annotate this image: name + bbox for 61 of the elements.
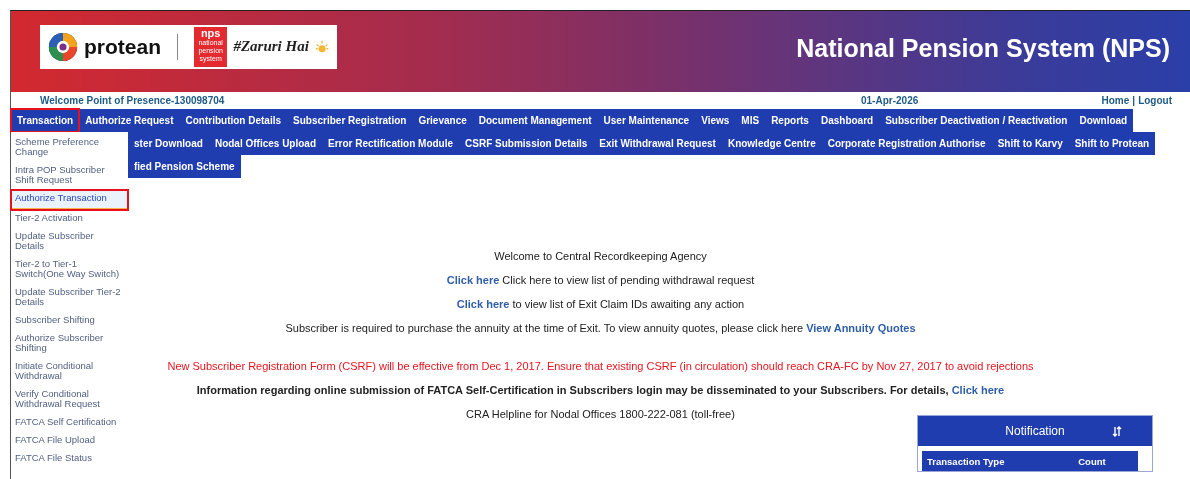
separator: | <box>1132 95 1136 106</box>
header-link[interactable]: Logout <box>1138 95 1172 106</box>
menu-item[interactable]: User Maintenance <box>597 109 696 132</box>
dropdown-item[interactable]: FATCA File Status <box>11 450 128 468</box>
dropdown-item[interactable]: Verify Conditional Withdrawal Request <box>11 386 128 414</box>
dropdown-item[interactable]: Authorize Transaction <box>11 190 128 210</box>
menu-item[interactable]: Corporate Registration Authorise <box>821 132 992 155</box>
dropdown-item[interactable]: Subscriber Shifting <box>11 312 128 330</box>
sort-icon[interactable] <box>1112 426 1122 437</box>
menu-item[interactable]: Shift to Protean <box>1068 132 1156 155</box>
welcome-text: Welcome Point of Presence-130098704 <box>40 95 225 106</box>
info-text: Information regarding online submission of FATCA Self-Certification in Subscribers login may be disseminated to your Subscribers. For details, Click here <box>196 383 1005 398</box>
menu-item[interactable]: CSRF Submission Details <box>459 132 594 155</box>
menu-item[interactable]: Nodal Offices Upload <box>208 132 323 155</box>
info-text: Subscriber is required to purchase the annuity at the time of Exit. To view annuity quotes, please click here View Annuity Quotes <box>285 321 916 336</box>
brand-name: protean <box>84 34 161 59</box>
menu-item[interactable]: Grievance <box>412 109 473 132</box>
menu-item[interactable]: Views <box>695 109 736 132</box>
dropdown-item[interactable]: FATCA File Upload <box>11 432 128 450</box>
menu-item[interactable]: Document Management <box>472 109 598 132</box>
menu-item[interactable]: MIS <box>735 109 766 132</box>
menu-item[interactable]: Exit Withdrawal Request <box>593 132 722 155</box>
dropdown-item[interactable]: FATCA Self Certification <box>11 414 128 432</box>
header-link[interactable]: Home <box>1101 95 1130 106</box>
column-header: Count <box>1073 451 1138 471</box>
menu-item[interactable]: Subscriber Deactivation / Reactivation <box>879 109 1074 132</box>
menu-item[interactable]: Contribution Details <box>179 109 288 132</box>
info-text: Welcome to Central Recordkeeping Agency <box>494 249 707 264</box>
dropdown-item[interactable]: Authorize Subscriber Shifting <box>11 330 128 358</box>
dropdown-item[interactable]: Initiate Conditional Withdrawal <box>11 358 128 386</box>
column-header: Transaction Type <box>922 451 1074 471</box>
date-text: 01-Apr-2026 <box>861 95 919 106</box>
panel-title: Notification <box>1005 424 1065 438</box>
menu-item[interactable]: Subscriber Registration <box>287 109 413 132</box>
menu-item[interactable]: Download <box>1073 109 1134 132</box>
menu-item[interactable]: Knowledge Centre <box>721 132 822 155</box>
menu-item[interactable]: Transaction <box>11 109 80 132</box>
link[interactable]: View Annuity Quotes <box>806 322 916 334</box>
menu-item[interactable]: Reports <box>765 109 815 132</box>
tagline: #Zaruri Hai <box>233 38 309 55</box>
dropdown-item[interactable]: Intra POP Subscriber Shift Request <box>11 162 128 190</box>
notice-text: New Subscriber Registration Form (CSRF) will be effective from Dec 1, 2017. Ensure that existing CSRF (in circulation) should reach CRA-FC by Nov 27, 2017 to avoid rejections <box>167 359 1034 374</box>
sun-icon <box>314 38 329 55</box>
menu-item[interactable]: Error Rectification Module <box>322 132 460 155</box>
menu-item[interactable]: Dashboard <box>814 109 880 132</box>
link[interactable]: Click here <box>446 274 500 286</box>
link[interactable]: Click here <box>951 384 1005 396</box>
dropdown-item[interactable]: Tier-2 Activation <box>11 210 128 228</box>
dropdown-item[interactable]: Update Subscriber Tier-2 Details <box>11 284 128 312</box>
info-text: CRA Helpline for Nodal Offices 1800-222-081 (toll-free) <box>466 407 735 422</box>
dropdown-item[interactable]: Tier-2 to Tier-1 Switch(One Way Switch) <box>11 256 128 284</box>
menu-item[interactable]: ster Download <box>128 132 209 155</box>
menu-item[interactable]: Shift to Karvy <box>991 132 1069 155</box>
menu-item[interactable]: Authorize Request <box>79 109 180 132</box>
link[interactable]: Click here <box>456 298 510 310</box>
site-title: National Pension System (NPS) <box>796 34 1170 63</box>
dropdown-item[interactable]: Scheme Preference Change <box>11 134 128 162</box>
info-text: Click here to view list of Exit Claim IDs awaiting any action <box>456 297 745 312</box>
menu-item[interactable]: fied Pension Scheme <box>128 155 241 178</box>
dropdown-item[interactable]: Update Subscriber Details <box>11 228 128 256</box>
info-text: Click here Click here to view list of pending withdrawal request <box>446 273 755 288</box>
